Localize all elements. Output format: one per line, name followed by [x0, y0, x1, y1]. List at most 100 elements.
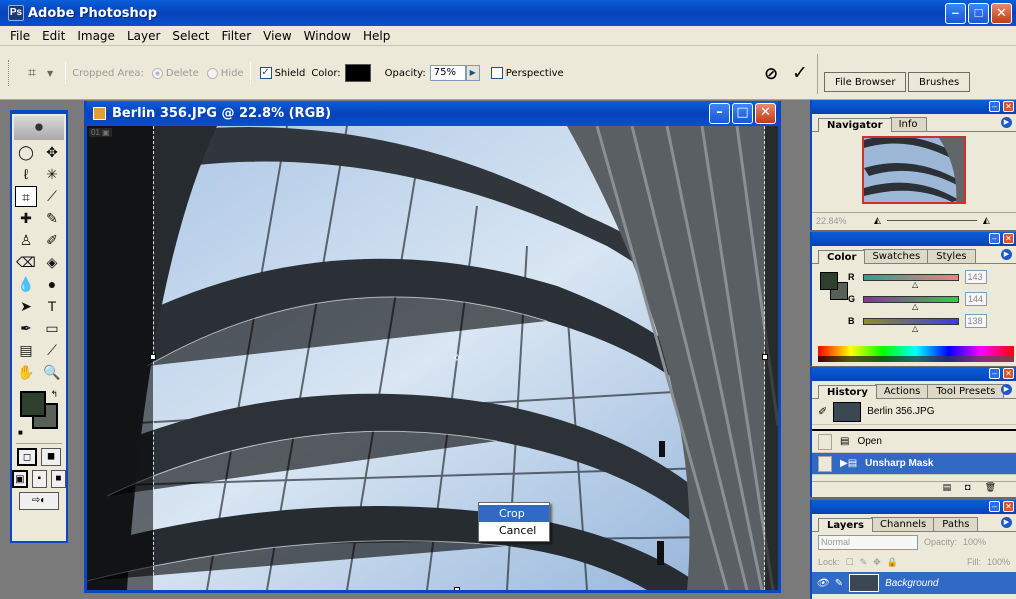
layers-close-button[interactable]: ✕: [1003, 501, 1014, 512]
menu-window[interactable]: Window: [298, 29, 357, 43]
document-minimize-button[interactable]: –: [709, 103, 730, 124]
notes-tool-icon[interactable]: ▤: [15, 340, 37, 361]
default-colors-icon[interactable]: ■: [18, 428, 23, 437]
dodge-tool-icon[interactable]: ●: [41, 274, 63, 295]
tab-paths[interactable]: Paths: [933, 517, 979, 531]
tab-actions[interactable]: Actions: [874, 384, 930, 398]
layer-opacity-input[interactable]: 100%: [963, 537, 986, 547]
path-selection-tool-icon[interactable]: ➤: [15, 296, 37, 317]
photoshop-logo-icon[interactable]: Ps: [8, 5, 24, 21]
tab-info[interactable]: Info: [889, 117, 927, 131]
zoom-in-icon[interactable]: ◭: [983, 215, 990, 226]
image-canvas[interactable]: 01 ▣ ✧: [87, 126, 778, 590]
menu-view[interactable]: View: [257, 29, 297, 43]
blue-channel-input[interactable]: 138: [964, 314, 987, 328]
menu-select[interactable]: Select: [166, 29, 215, 43]
history-step-open[interactable]: ▤ Open: [812, 431, 1016, 453]
lock-image-icon[interactable]: ✎: [860, 557, 868, 568]
file-browser-tab[interactable]: File Browser: [824, 72, 907, 92]
magic-wand-tool-icon[interactable]: ✳: [41, 164, 63, 185]
shield-checkbox[interactable]: ✓: [259, 67, 272, 79]
pen-tool-icon[interactable]: ✒: [15, 318, 37, 339]
blur-tool-icon[interactable]: 💧: [15, 274, 37, 295]
history-snapshot-row[interactable]: ✐ Berlin 356.JPG: [812, 399, 1016, 425]
adobe-online-icon[interactable]: ⚫: [14, 116, 64, 140]
crop-center-point-icon[interactable]: ✧: [452, 351, 462, 365]
tab-navigator[interactable]: Navigator: [818, 118, 892, 132]
type-tool-icon[interactable]: T: [41, 296, 63, 317]
slice-tool-icon[interactable]: ⟋: [41, 186, 63, 207]
menu-edit[interactable]: Edit: [36, 29, 71, 43]
history-step-source-cell[interactable]: [818, 455, 832, 472]
crop-tool-icon[interactable]: ⌗: [15, 186, 37, 207]
history-step-unsharp-mask[interactable]: ▶▤ Unsharp Mask: [812, 453, 1016, 475]
history-brush-tool-icon[interactable]: ✐: [41, 230, 63, 251]
layers-minimize-button[interactable]: –: [989, 501, 1000, 512]
navigator-thumbnail[interactable]: [862, 136, 966, 204]
navigator-zoom-value[interactable]: 22.84%: [812, 216, 864, 226]
history-close-button[interactable]: ✕: [1003, 368, 1014, 379]
green-channel-input[interactable]: 144: [965, 292, 988, 306]
preset-dropdown-arrow-icon[interactable]: ▼: [47, 69, 53, 78]
rectangle-tool-icon[interactable]: ▭: [41, 318, 63, 339]
document-close-button[interactable]: ✕: [755, 103, 776, 124]
blue-slider-thumb-icon[interactable]: △: [912, 324, 918, 333]
crop-tool-preset-icon[interactable]: ⌗: [17, 63, 47, 83]
zoom-tool-icon[interactable]: 🔍: [41, 362, 63, 383]
color-menu-icon[interactable]: ▶: [1001, 249, 1012, 260]
new-document-from-state-icon[interactable]: ▤: [943, 482, 952, 495]
delete-radio[interactable]: [151, 67, 163, 79]
layer-link-brush-icon[interactable]: ✎: [835, 578, 843, 589]
quick-mask-mode-icon[interactable]: ◼: [41, 448, 61, 466]
opacity-slider-arrow-icon[interactable]: ▶: [465, 65, 480, 81]
maximize-button[interactable]: □: [968, 3, 989, 24]
crop-marquee[interactable]: ✧: [150, 126, 768, 590]
eyedropper-tool-icon[interactable]: ⟋: [41, 340, 63, 361]
layer-row-background[interactable]: 👁 ✎ Background: [812, 572, 1016, 594]
eraser-tool-icon[interactable]: ⌫: [15, 252, 37, 273]
tab-channels[interactable]: Channels: [871, 517, 936, 531]
tab-color[interactable]: Color: [818, 250, 866, 264]
full-screen-menu-mode-icon[interactable]: ▪: [31, 470, 47, 488]
full-screen-mode-icon[interactable]: ■: [50, 470, 66, 488]
context-menu-crop[interactable]: Crop: [479, 505, 549, 522]
color-spectrum-ramp[interactable]: [818, 346, 1014, 362]
hide-radio[interactable]: [206, 67, 218, 79]
layers-menu-icon[interactable]: ▶: [1001, 517, 1012, 528]
blend-mode-select[interactable]: Normal: [818, 534, 918, 550]
tab-styles[interactable]: Styles: [927, 249, 976, 263]
history-step-source-cell[interactable]: [818, 433, 832, 450]
lock-all-icon[interactable]: 🔒: [887, 557, 898, 568]
tab-tool-presets[interactable]: Tool Presets: [927, 384, 1005, 398]
menu-file[interactable]: File: [4, 29, 36, 43]
navigator-menu-icon[interactable]: ▶: [1001, 117, 1012, 128]
tab-history[interactable]: History: [818, 385, 877, 399]
crop-handle-right[interactable]: [762, 354, 768, 360]
brush-tool-icon[interactable]: ✎: [41, 208, 63, 229]
color-close-button[interactable]: ✕: [1003, 233, 1014, 244]
marquee-tool-icon[interactable]: ◯: [15, 142, 37, 163]
lock-position-icon[interactable]: ✥: [873, 557, 881, 568]
standard-mode-icon[interactable]: ◻: [17, 448, 37, 466]
history-minimize-button[interactable]: –: [989, 368, 1000, 379]
navigator-close-button[interactable]: ✕: [1003, 101, 1014, 112]
lock-transparency-icon[interactable]: ☐: [846, 557, 854, 568]
history-menu-icon[interactable]: ▶: [1001, 384, 1012, 395]
delete-state-icon[interactable]: 🗑: [985, 482, 996, 495]
commit-transform-icon[interactable]: ✓: [792, 62, 808, 85]
crop-handle-left[interactable]: [150, 354, 156, 360]
history-state-slider-icon[interactable]: ▶▤: [840, 458, 857, 469]
standard-screen-mode-icon[interactable]: ▣: [12, 470, 28, 488]
lasso-tool-icon[interactable]: ℓ: [15, 164, 37, 185]
menu-help[interactable]: Help: [357, 29, 396, 43]
menu-filter[interactable]: Filter: [215, 29, 257, 43]
perspective-checkbox[interactable]: [490, 67, 503, 79]
new-snapshot-icon[interactable]: ◘: [965, 482, 970, 495]
color-foreground-swatch[interactable]: [820, 272, 838, 290]
brushes-tab[interactable]: Brushes: [908, 72, 971, 92]
close-button[interactable]: ✕: [991, 3, 1012, 24]
navigator-minimize-button[interactable]: –: [989, 101, 1000, 112]
shield-color-swatch[interactable]: [344, 64, 371, 82]
tab-swatches[interactable]: Swatches: [863, 249, 930, 263]
minimize-button[interactable]: –: [945, 3, 966, 24]
